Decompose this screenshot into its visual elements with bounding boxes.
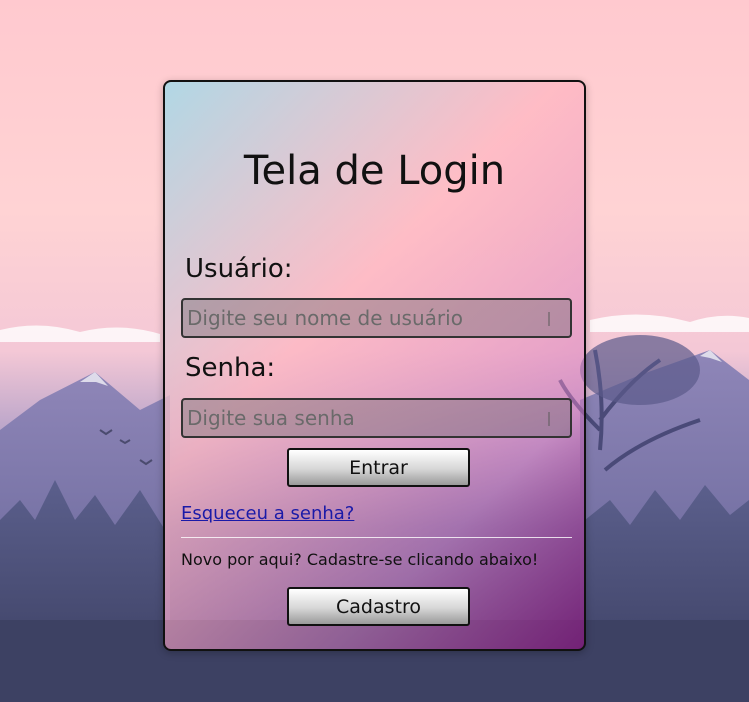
page-title: Tela de Login	[243, 148, 506, 194]
username-input[interactable]	[181, 298, 572, 338]
login-card: Tela de Login Usuário: Senha: Entrar Esq…	[163, 80, 586, 651]
signup-prompt: Novo por aqui? Cadastre-se clicando abai…	[181, 550, 539, 569]
password-input[interactable]	[181, 398, 572, 438]
username-label: Usuário:	[185, 254, 293, 284]
key-icon	[548, 412, 560, 426]
signup-button[interactable]: Cadastro	[287, 587, 470, 626]
forgot-password-link[interactable]: Esqueceu a senha?	[181, 503, 354, 524]
divider	[181, 537, 572, 538]
password-label: Senha:	[185, 353, 276, 383]
autofill-icon	[548, 312, 560, 326]
login-button[interactable]: Entrar	[287, 448, 470, 487]
